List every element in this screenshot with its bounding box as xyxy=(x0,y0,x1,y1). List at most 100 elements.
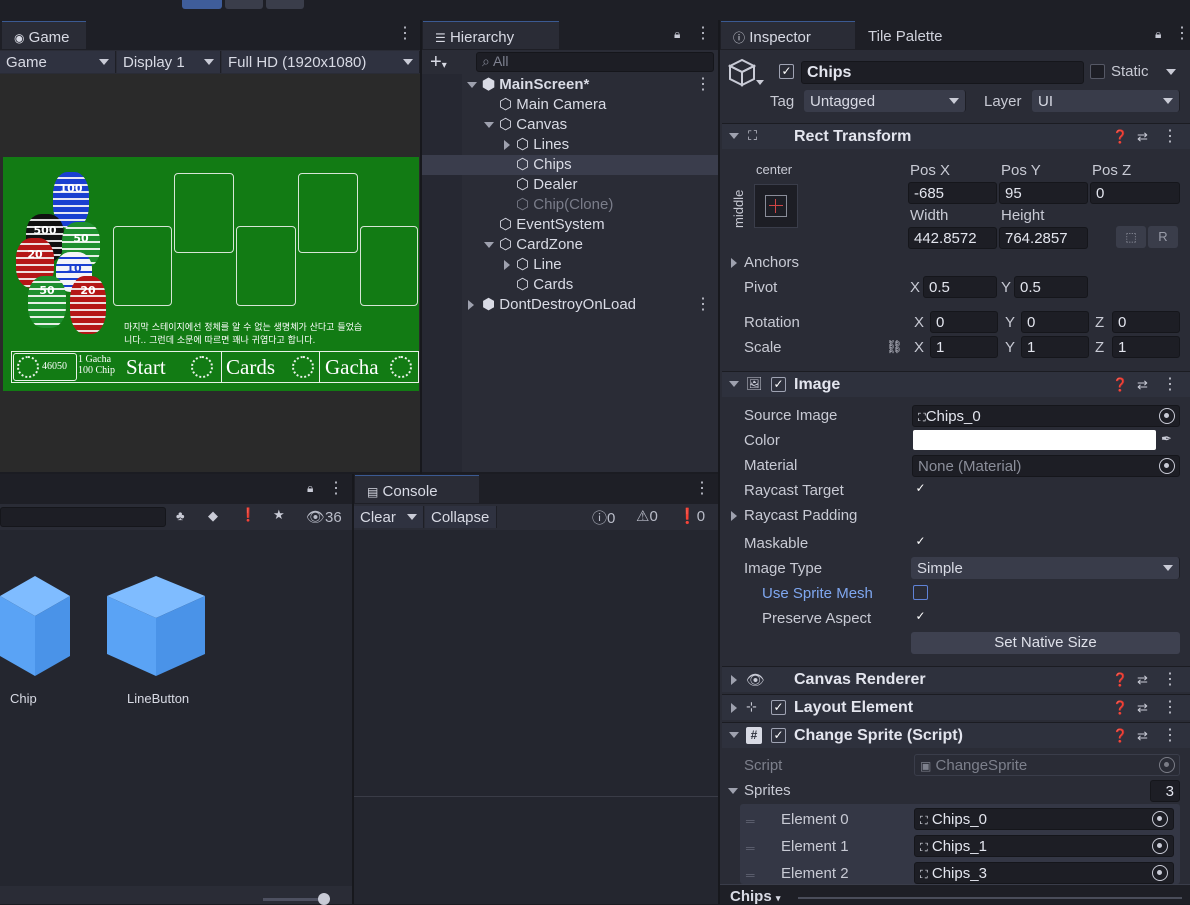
raycast-target-checkbox[interactable]: ✓ xyxy=(913,482,928,497)
icon-size-slider[interactable] xyxy=(263,898,325,901)
presets-icon[interactable]: ⇄ xyxy=(1137,672,1148,688)
cards-button[interactable]: Cards xyxy=(221,352,319,382)
element-0-field[interactable]: ⛶ Chips_0 xyxy=(914,808,1174,830)
add-icon[interactable]: +▾ xyxy=(430,51,447,74)
inspector-menu-icon[interactable]: ⋮ xyxy=(1174,26,1190,42)
component-menu-icon[interactable]: ⋮ xyxy=(1162,672,1178,688)
tab-hierarchy[interactable]: ☰ Hierarchy xyxy=(423,21,559,49)
hierarchy-menu-icon[interactable]: ⋮ xyxy=(695,26,711,42)
object-picker-icon[interactable] xyxy=(1159,408,1175,424)
use-sprite-mesh-checkbox[interactable] xyxy=(913,585,928,600)
hierarchy-item-cardzone[interactable]: ⬡ CardZone xyxy=(499,235,583,253)
collapse-icon[interactable] xyxy=(731,511,737,521)
filter-type-icon[interactable]: ♣ xyxy=(176,508,185,523)
constrain-proportions-icon[interactable]: ⛓ xyxy=(886,339,903,355)
hierarchy-item-eventsystem[interactable]: ⬡ EventSystem xyxy=(499,215,605,233)
help-icon[interactable]: ❓ xyxy=(1112,377,1128,393)
rot-y-field[interactable]: 0 xyxy=(1021,311,1089,333)
rot-z-field[interactable]: 0 xyxy=(1112,311,1180,333)
expand-icon[interactable] xyxy=(484,122,494,128)
presets-icon[interactable]: ⇄ xyxy=(1137,728,1148,744)
drag-handle-icon[interactable]: ═ xyxy=(746,868,755,882)
set-native-size-button[interactable]: Set Native Size xyxy=(911,632,1180,654)
linebutton-prefab-icon[interactable] xyxy=(107,576,205,686)
active-checkbox[interactable]: ✓ xyxy=(779,64,794,79)
hierarchy-item-cards[interactable]: ⬡ Cards xyxy=(516,275,573,293)
layout-element-checkbox[interactable]: ✓ xyxy=(771,700,786,715)
project-menu-icon[interactable]: ⋮ xyxy=(328,481,344,497)
collapse-icon[interactable] xyxy=(504,140,510,150)
help-icon[interactable]: ❓ xyxy=(1112,672,1128,688)
sprites-count-field[interactable]: 3 xyxy=(1150,780,1180,802)
display-dropdown[interactable]: Display 1 xyxy=(117,51,221,73)
object-picker-icon[interactable] xyxy=(1152,838,1168,854)
hierarchy-item-chip-clone[interactable]: ⬡ Chip(Clone) xyxy=(516,195,613,213)
help-icon[interactable]: ❓ xyxy=(1112,700,1128,716)
object-picker-icon[interactable] xyxy=(1159,458,1175,474)
drag-handle-icon[interactable]: ═ xyxy=(746,841,755,855)
collapse-icon[interactable] xyxy=(468,300,474,310)
collapse-icon[interactable] xyxy=(731,258,737,268)
start-button[interactable]: Start xyxy=(121,352,221,382)
warning-count[interactable]: ⚠0 xyxy=(636,507,658,525)
pos-z-field[interactable]: 0 xyxy=(1090,182,1180,204)
component-menu-icon[interactable]: ⋮ xyxy=(1162,377,1178,393)
object-picker-icon[interactable] xyxy=(1152,811,1168,827)
console-collapse-button[interactable]: Collapse xyxy=(425,506,497,528)
splitter[interactable] xyxy=(420,20,422,474)
expand-icon[interactable] xyxy=(467,82,477,88)
maskable-checkbox[interactable]: ✓ xyxy=(913,535,928,550)
pos-y-field[interactable]: 95 xyxy=(999,182,1088,204)
game-mode-dropdown[interactable]: Game xyxy=(0,51,116,73)
icon-dropdown-caret[interactable] xyxy=(756,80,764,85)
console-splitter[interactable] xyxy=(354,796,718,797)
slider-handle[interactable] xyxy=(318,893,330,905)
height-field[interactable]: 764.2857 xyxy=(999,227,1088,249)
tab-inspector[interactable]: ⓘ Inspector xyxy=(721,21,855,49)
hierarchy-search-input[interactable]: ⌕ All xyxy=(476,52,714,72)
tab-tile-palette[interactable]: Tile Palette xyxy=(856,21,976,49)
preserve-aspect-checkbox[interactable]: ✓ xyxy=(913,610,928,625)
image-enabled-checkbox[interactable]: ✓ xyxy=(771,377,786,392)
raw-edit-button[interactable]: R xyxy=(1148,226,1178,248)
material-field[interactable]: None (Material) xyxy=(912,455,1180,477)
collapse-icon[interactable] xyxy=(731,703,737,713)
hierarchy-item-dealer[interactable]: ⬡ Dealer xyxy=(516,175,577,193)
component-menu-icon[interactable]: ⋮ xyxy=(1162,700,1178,716)
lock-icon[interactable]: 🔒︎ xyxy=(674,27,680,42)
play-button[interactable] xyxy=(182,0,222,9)
lock-icon[interactable]: 🔒︎ xyxy=(1155,27,1161,42)
element-1-field[interactable]: ⛶ Chips_1 xyxy=(914,835,1174,857)
error-count[interactable]: ❗0 xyxy=(678,507,705,525)
presets-icon[interactable]: ⇄ xyxy=(1137,129,1148,145)
game-menu-icon[interactable]: ⋮ xyxy=(397,26,413,42)
splitter[interactable] xyxy=(352,474,354,904)
hierarchy-item-mainscreen[interactable]: ⬢ MainScreen* xyxy=(482,75,589,93)
object-picker-icon[interactable] xyxy=(1152,865,1168,881)
hierarchy-item-line[interactable]: ⬡ Line xyxy=(516,255,562,273)
collapse-icon[interactable] xyxy=(731,675,737,685)
width-field[interactable]: 442.8572 xyxy=(908,227,997,249)
hierarchy-item-chips[interactable]: ⬡ Chips xyxy=(516,155,572,173)
component-menu-icon[interactable]: ⋮ xyxy=(1162,129,1178,145)
expand-icon[interactable] xyxy=(728,788,738,794)
preview-dropdown[interactable]: Chips ▾ xyxy=(730,888,780,905)
scene-menu-icon[interactable]: ⋮ xyxy=(695,77,711,93)
chip-prefab-icon[interactable] xyxy=(0,576,70,686)
tab-console[interactable]: ▤ Console xyxy=(355,475,479,503)
color-swatch[interactable] xyxy=(913,430,1156,450)
help-icon[interactable]: ❓ xyxy=(1112,129,1128,145)
component-menu-icon[interactable]: ⋮ xyxy=(1162,728,1178,744)
console-menu-icon[interactable]: ⋮ xyxy=(694,481,710,497)
static-checkbox[interactable] xyxy=(1090,64,1105,79)
pivot-y-field[interactable]: 0.5 xyxy=(1014,276,1088,298)
help-icon[interactable]: ❓ xyxy=(1112,728,1128,744)
ddol-menu-icon[interactable]: ⋮ xyxy=(695,297,711,313)
drag-handle-icon[interactable]: ═ xyxy=(746,814,755,828)
gacha-button[interactable]: Gacha xyxy=(319,352,419,382)
eyedropper-icon[interactable]: ✒ xyxy=(1161,431,1172,447)
presets-icon[interactable]: ⇄ xyxy=(1137,700,1148,716)
anchor-presets-button[interactable] xyxy=(754,184,798,228)
layer-dropdown[interactable]: UI xyxy=(1032,90,1180,112)
image-type-dropdown[interactable]: Simple xyxy=(911,557,1180,579)
